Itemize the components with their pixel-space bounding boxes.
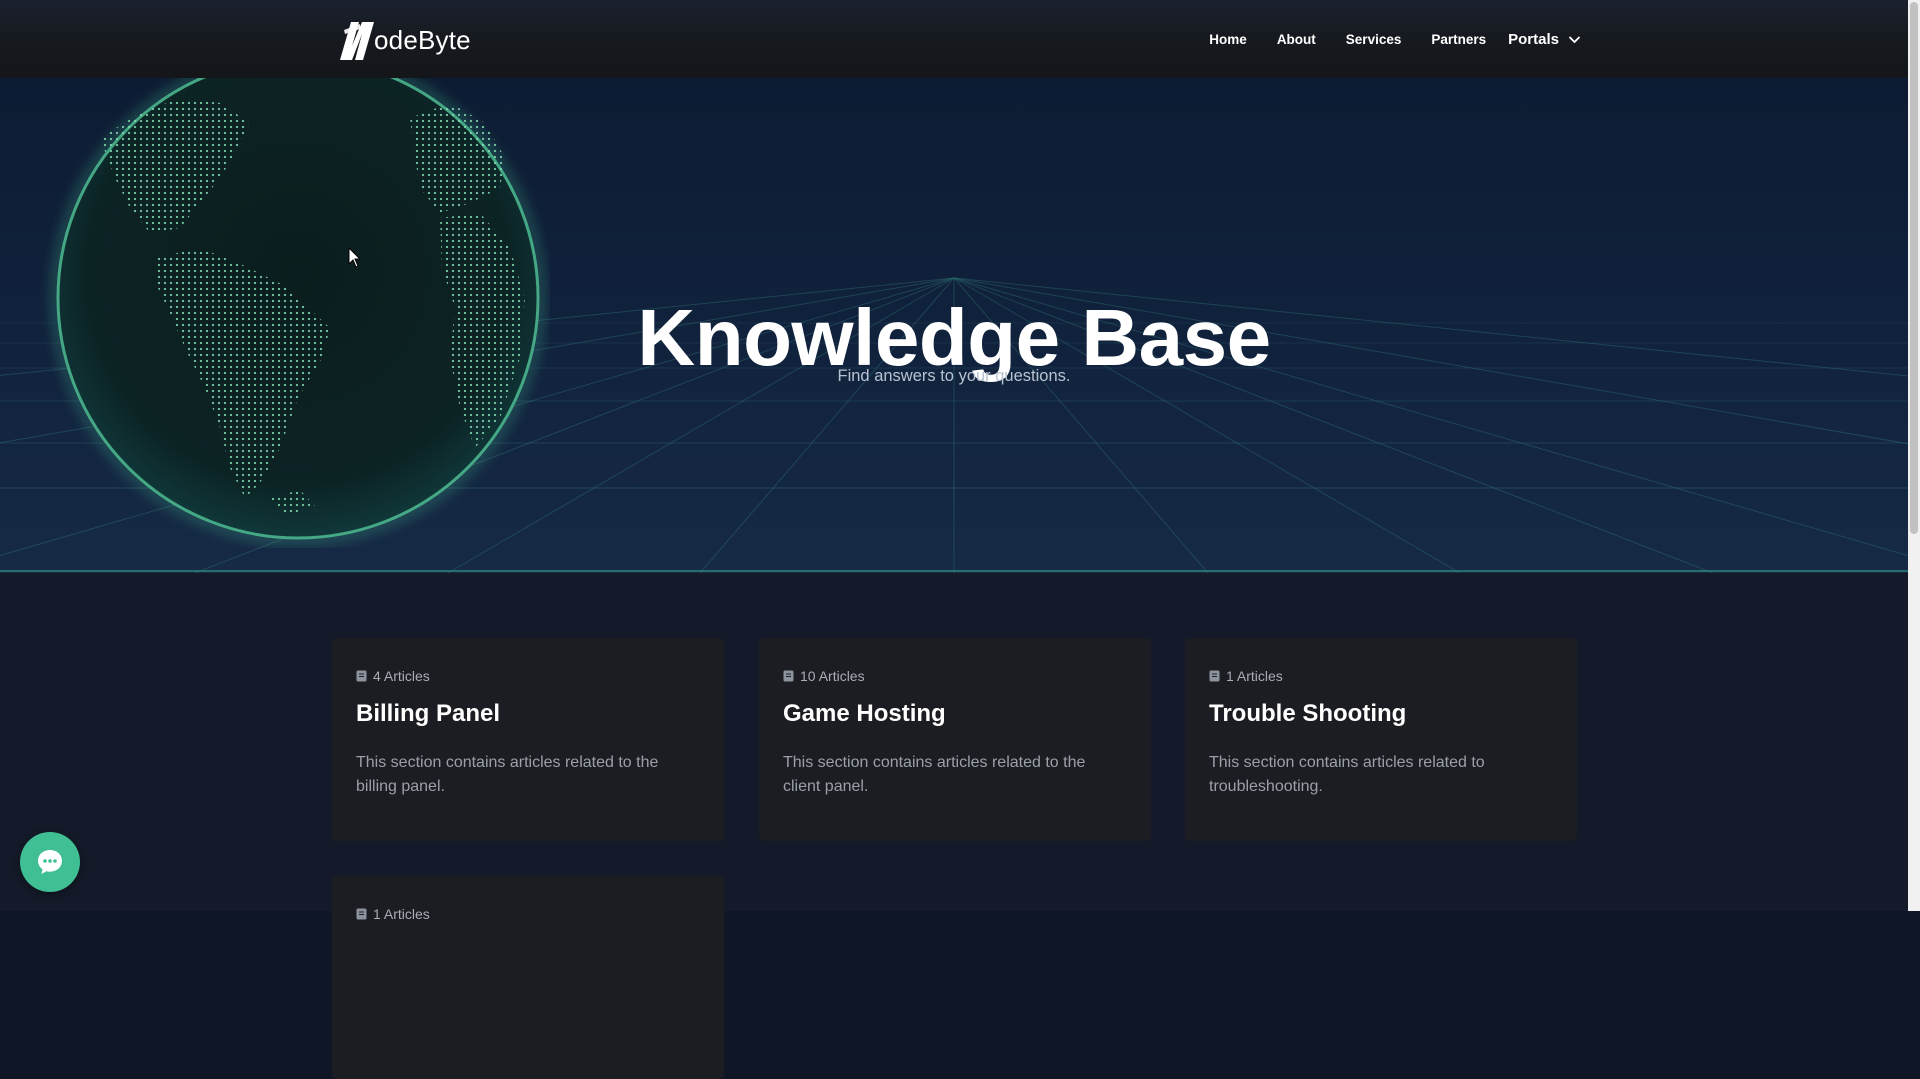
- hero-subtitle: Find answers to your questions.: [837, 366, 1071, 385]
- chat-widget-button[interactable]: [20, 832, 80, 892]
- scrollbar-thumb[interactable]: [1910, 2, 1918, 534]
- navbar: odeByte Home About Services Partners Por…: [0, 0, 1908, 78]
- chevron-down-icon: [1568, 35, 1581, 43]
- article-count-label: 10 Articles: [800, 668, 865, 684]
- nav-portals-dropdown[interactable]: Portals: [1508, 31, 1581, 48]
- hero-section: Knowledge Base Find answers to your ques…: [0, 78, 1908, 573]
- book-icon: [1209, 670, 1220, 682]
- card-description: This section contains articles related t…: [1209, 754, 1485, 795]
- nav-services[interactable]: Services: [1346, 32, 1402, 47]
- mouse-cursor-icon: [348, 247, 362, 268]
- card-description: This section contains articles related t…: [783, 754, 1086, 795]
- main-nav: Home About Services Partners Portals: [1179, 0, 1581, 78]
- logo-n-mark: [340, 22, 374, 60]
- article-count-label: 1 Articles: [373, 906, 430, 922]
- nav-home[interactable]: Home: [1209, 32, 1247, 47]
- book-icon: [356, 670, 367, 682]
- category-card-game-hosting[interactable]: 10 Articles Game Hosting This section co…: [759, 638, 1151, 841]
- category-card-billing-panel[interactable]: 4 Articles Billing Panel This section co…: [332, 638, 724, 841]
- card-title: Trouble Shooting: [1209, 700, 1407, 727]
- brand-logo[interactable]: odeByte: [338, 18, 471, 62]
- chat-bubble-icon: [38, 850, 62, 874]
- nav-about[interactable]: About: [1277, 32, 1316, 47]
- book-icon: [356, 908, 367, 920]
- nav-partners[interactable]: Partners: [1431, 32, 1486, 47]
- page-scrollbar[interactable]: [1908, 0, 1920, 911]
- category-card-partial[interactable]: 1 Articles: [332, 876, 724, 1079]
- nav-portals-label: Portals: [1508, 30, 1559, 48]
- card-description: This section contains articles related t…: [356, 754, 659, 795]
- card-title: Billing Panel: [356, 700, 501, 727]
- logo-text: odeByte: [374, 24, 471, 55]
- article-count: 1 Articles: [1209, 668, 1283, 684]
- book-icon: [783, 670, 794, 682]
- article-count-label: 1 Articles: [1226, 668, 1283, 684]
- article-count: 4 Articles: [356, 668, 430, 684]
- category-card-trouble-shooting[interactable]: 1 Articles Trouble Shooting This section…: [1185, 638, 1577, 841]
- article-count-label: 4 Articles: [373, 668, 430, 684]
- article-count: 10 Articles: [783, 668, 865, 684]
- article-count: 1 Articles: [356, 906, 430, 922]
- card-title: Game Hosting: [783, 700, 946, 727]
- category-grid: 4 Articles Billing Panel This section co…: [0, 573, 1908, 1079]
